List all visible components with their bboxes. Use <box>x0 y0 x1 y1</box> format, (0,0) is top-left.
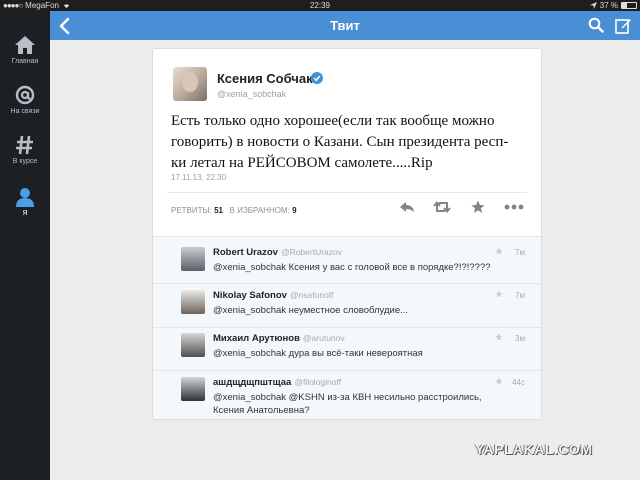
compose-icon[interactable] <box>615 17 632 34</box>
reply-time: 7м <box>515 248 525 257</box>
status-bar: ●●●●○ MegaFon 22:39 37 % <box>0 0 640 11</box>
favorites-count[interactable]: 9 <box>292 206 296 215</box>
top-bar: Твит <box>50 11 640 40</box>
reply-author: Robert Urazov @RobertUrazov <box>213 247 342 258</box>
divider <box>153 327 541 328</box>
reply-author-name: Robert Urazov <box>213 247 278 258</box>
watermark: YAPLAKAL.COM <box>475 441 593 457</box>
reply-text: @xenia_sobchak Ксения у вас с головой вс… <box>213 262 491 273</box>
avatar[interactable] <box>181 333 205 357</box>
star-icon <box>495 247 503 255</box>
sidebar-item-label: В курсе <box>12 158 38 165</box>
reply-time: 7м <box>515 291 525 300</box>
sidebar-item-label: Я <box>22 210 28 217</box>
reply-author-handle: @arutunov <box>302 333 345 343</box>
sidebar-item-label: Главная <box>11 58 39 65</box>
reply-icon[interactable] <box>399 200 415 214</box>
author-handle[interactable]: @xenia_sobchak <box>217 89 286 99</box>
sidebar-item-connect[interactable]: На связи <box>0 85 50 115</box>
sidebar-item-me[interactable]: Я <box>0 187 50 217</box>
star-icon <box>495 290 503 298</box>
reply-author: ашдщдщпштщаа @filologinoff <box>213 377 341 388</box>
retweets-label: РЕТВИТЫ: <box>171 206 212 215</box>
reply-author-handle: @filologinoff <box>294 377 342 387</box>
reply-author-handle: @RobertUrazov <box>280 247 343 257</box>
battery-fill <box>622 3 628 8</box>
star-icon <box>495 377 503 385</box>
avatar[interactable] <box>181 377 205 401</box>
sidebar-item-label: На связи <box>10 108 40 115</box>
retweet-icon[interactable] <box>433 200 451 214</box>
reply-author-handle: @nsafonoff <box>289 290 334 300</box>
tweet-date: 17.11.13, 22:30 <box>171 173 227 182</box>
at-icon <box>15 85 35 105</box>
star-icon <box>495 333 503 341</box>
favorite-icon[interactable] <box>471 200 485 214</box>
avatar[interactable] <box>181 247 205 271</box>
sidebar: Главная На связи В курсе Я <box>0 11 50 480</box>
battery-icon <box>621 2 637 9</box>
favorites-label: В ИЗБРАННОМ: <box>229 206 290 215</box>
more-icon[interactable] <box>503 200 525 214</box>
divider <box>153 370 541 371</box>
tweet-stats: РЕТВИТЫ: 51 В ИЗБРАННОМ: 9 <box>171 206 297 215</box>
tweet-card: Ксения Собчак @xenia_sobchak Есть только… <box>152 48 542 420</box>
content-area: Ксения Собчак @xenia_sobchak Есть только… <box>50 40 640 480</box>
reply-text: @xenia_sobchak дура вы всё-таки невероят… <box>213 348 423 359</box>
author-avatar[interactable] <box>173 67 207 101</box>
status-time: 22:39 <box>309 1 331 10</box>
reply-text: @xenia_sobchak неуместное словоблудие... <box>213 305 409 316</box>
reply-author: Nikolay Safonov @nsafonoff <box>213 290 333 301</box>
verified-icon <box>311 72 323 84</box>
location-icon <box>589 2 597 9</box>
user-icon <box>16 188 34 207</box>
avatar[interactable] <box>181 290 205 314</box>
hashtag-icon <box>16 135 33 155</box>
reply-author-name: Nikolay Safonov <box>213 290 287 301</box>
reply-author-name: Михаил Арутюнов <box>213 333 300 344</box>
reply-time: 44с <box>512 378 525 387</box>
status-right: 37 % <box>589 0 637 11</box>
home-icon <box>15 36 35 54</box>
divider <box>167 192 527 193</box>
reply-author: Михаил Арутюнов @arutunov <box>213 333 345 344</box>
tweet-text: Есть только одно хорошее(если так вообще… <box>171 113 509 171</box>
sidebar-item-home[interactable]: Главная <box>0 35 50 65</box>
author-name[interactable]: Ксения Собчак <box>217 71 313 86</box>
reply-author-name: ашдщдщпштщаа <box>213 377 292 388</box>
sidebar-item-discover[interactable]: В курсе <box>0 135 50 165</box>
search-icon[interactable] <box>588 17 604 33</box>
reply-text: @xenia_sobchak @KSHN из-за КВН несильно … <box>213 392 482 416</box>
retweets-count[interactable]: 51 <box>214 206 223 215</box>
battery-label: 37 % <box>599 1 618 10</box>
divider <box>153 283 541 284</box>
page-title: Твит <box>330 18 360 33</box>
reply-time: 3м <box>515 334 525 343</box>
replies-list: Robert Urazov @RobertUrazov 7м @xenia_sob… <box>153 236 541 419</box>
